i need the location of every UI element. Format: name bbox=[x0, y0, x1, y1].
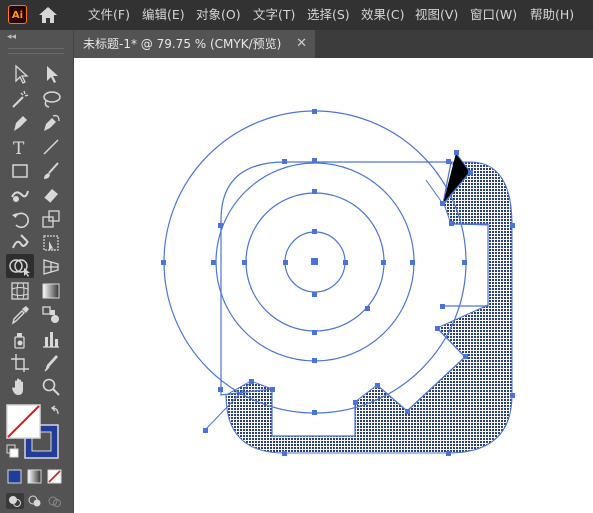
curvature-tool-icon[interactable] bbox=[40, 112, 62, 134]
artboard-tool-icon[interactable] bbox=[9, 352, 31, 374]
magic-wand-tool-icon[interactable] bbox=[9, 88, 31, 110]
collapse-panel-icon[interactable]: ◂◂ bbox=[7, 32, 16, 42]
gradient-tool-icon[interactable] bbox=[40, 280, 62, 302]
drawing-mode-buttons[interactable] bbox=[5, 492, 67, 510]
menu-effect[interactable]: 效果(C) bbox=[361, 0, 404, 30]
document-tab-bar: 未标题-1* @ 79.75 % (CMYK/预览) ✕ bbox=[74, 30, 593, 58]
menu-window[interactable]: 窗口(W) bbox=[470, 0, 517, 30]
document-tab-title: 未标题-1* @ 79.75 % (CMYK/预览) bbox=[83, 37, 282, 51]
direction-handles[interactable] bbox=[204, 152, 471, 431]
artwork[interactable] bbox=[74, 58, 593, 513]
symbol-sprayer-tool-icon[interactable] bbox=[9, 328, 31, 350]
selection-tool-icon[interactable] bbox=[9, 63, 31, 85]
shape-builder-tool[interactable] bbox=[6, 254, 34, 278]
perspective-grid-tool-icon[interactable] bbox=[40, 256, 62, 278]
home-icon[interactable] bbox=[38, 6, 58, 24]
hand-tool-icon[interactable] bbox=[9, 376, 31, 398]
rectangle-tool-icon[interactable] bbox=[9, 160, 31, 182]
menu-select[interactable]: 选择(S) bbox=[307, 0, 350, 30]
lasso-tool-icon[interactable] bbox=[40, 88, 62, 110]
free-transform-tool-icon[interactable] bbox=[40, 232, 62, 254]
menu-edit[interactable]: 编辑(E) bbox=[142, 0, 185, 30]
tools-panel: ◂◂ T bbox=[0, 30, 74, 513]
menu-view[interactable]: 视图(V) bbox=[415, 0, 458, 30]
menu-help[interactable]: 帮助(H) bbox=[530, 0, 574, 30]
mesh-tool-icon[interactable] bbox=[9, 280, 31, 302]
menu-type[interactable]: 文字(T) bbox=[253, 0, 295, 30]
artboard-canvas[interactable] bbox=[74, 58, 593, 513]
menu-file[interactable]: 文件(F) bbox=[88, 0, 130, 30]
rotate-tool-icon[interactable] bbox=[9, 208, 31, 230]
color-mode-buttons[interactable] bbox=[5, 468, 65, 486]
fill-stroke-swatches[interactable] bbox=[5, 403, 63, 463]
line-tool-icon[interactable] bbox=[40, 136, 62, 158]
shape-builder-tool-icon bbox=[9, 259, 30, 277]
blend-tool-icon[interactable] bbox=[40, 304, 62, 326]
direct-selection-tool-icon[interactable] bbox=[40, 63, 62, 85]
eyedropper-tool-icon[interactable] bbox=[9, 304, 31, 326]
scale-tool-icon[interactable] bbox=[40, 208, 62, 230]
app-logo: Ai bbox=[8, 5, 27, 24]
document-tab[interactable]: 未标题-1* @ 79.75 % (CMYK/预览) ✕ bbox=[74, 30, 315, 58]
shaper-tool-icon[interactable] bbox=[9, 184, 31, 206]
menu-bar: Ai 文件(F) 编辑(E) 对象(O) 文字(T) 选择(S) 效果(C) 视… bbox=[0, 0, 593, 30]
warp-tool-icon[interactable] bbox=[9, 232, 31, 254]
paintbrush-tool-icon[interactable] bbox=[40, 160, 62, 182]
eraser-tool-icon[interactable] bbox=[40, 184, 62, 206]
type-tool-icon[interactable]: T bbox=[9, 136, 31, 158]
close-icon[interactable]: ✕ bbox=[296, 30, 307, 58]
panel-grip[interactable] bbox=[8, 48, 64, 54]
zoom-tool-icon[interactable] bbox=[40, 376, 62, 398]
menu-object[interactable]: 对象(O) bbox=[196, 0, 241, 30]
column-graph-tool-icon[interactable] bbox=[40, 328, 62, 350]
pen-tool-icon[interactable] bbox=[9, 112, 31, 134]
slice-tool-icon[interactable] bbox=[40, 352, 62, 374]
svg-text:T: T bbox=[13, 139, 25, 158]
